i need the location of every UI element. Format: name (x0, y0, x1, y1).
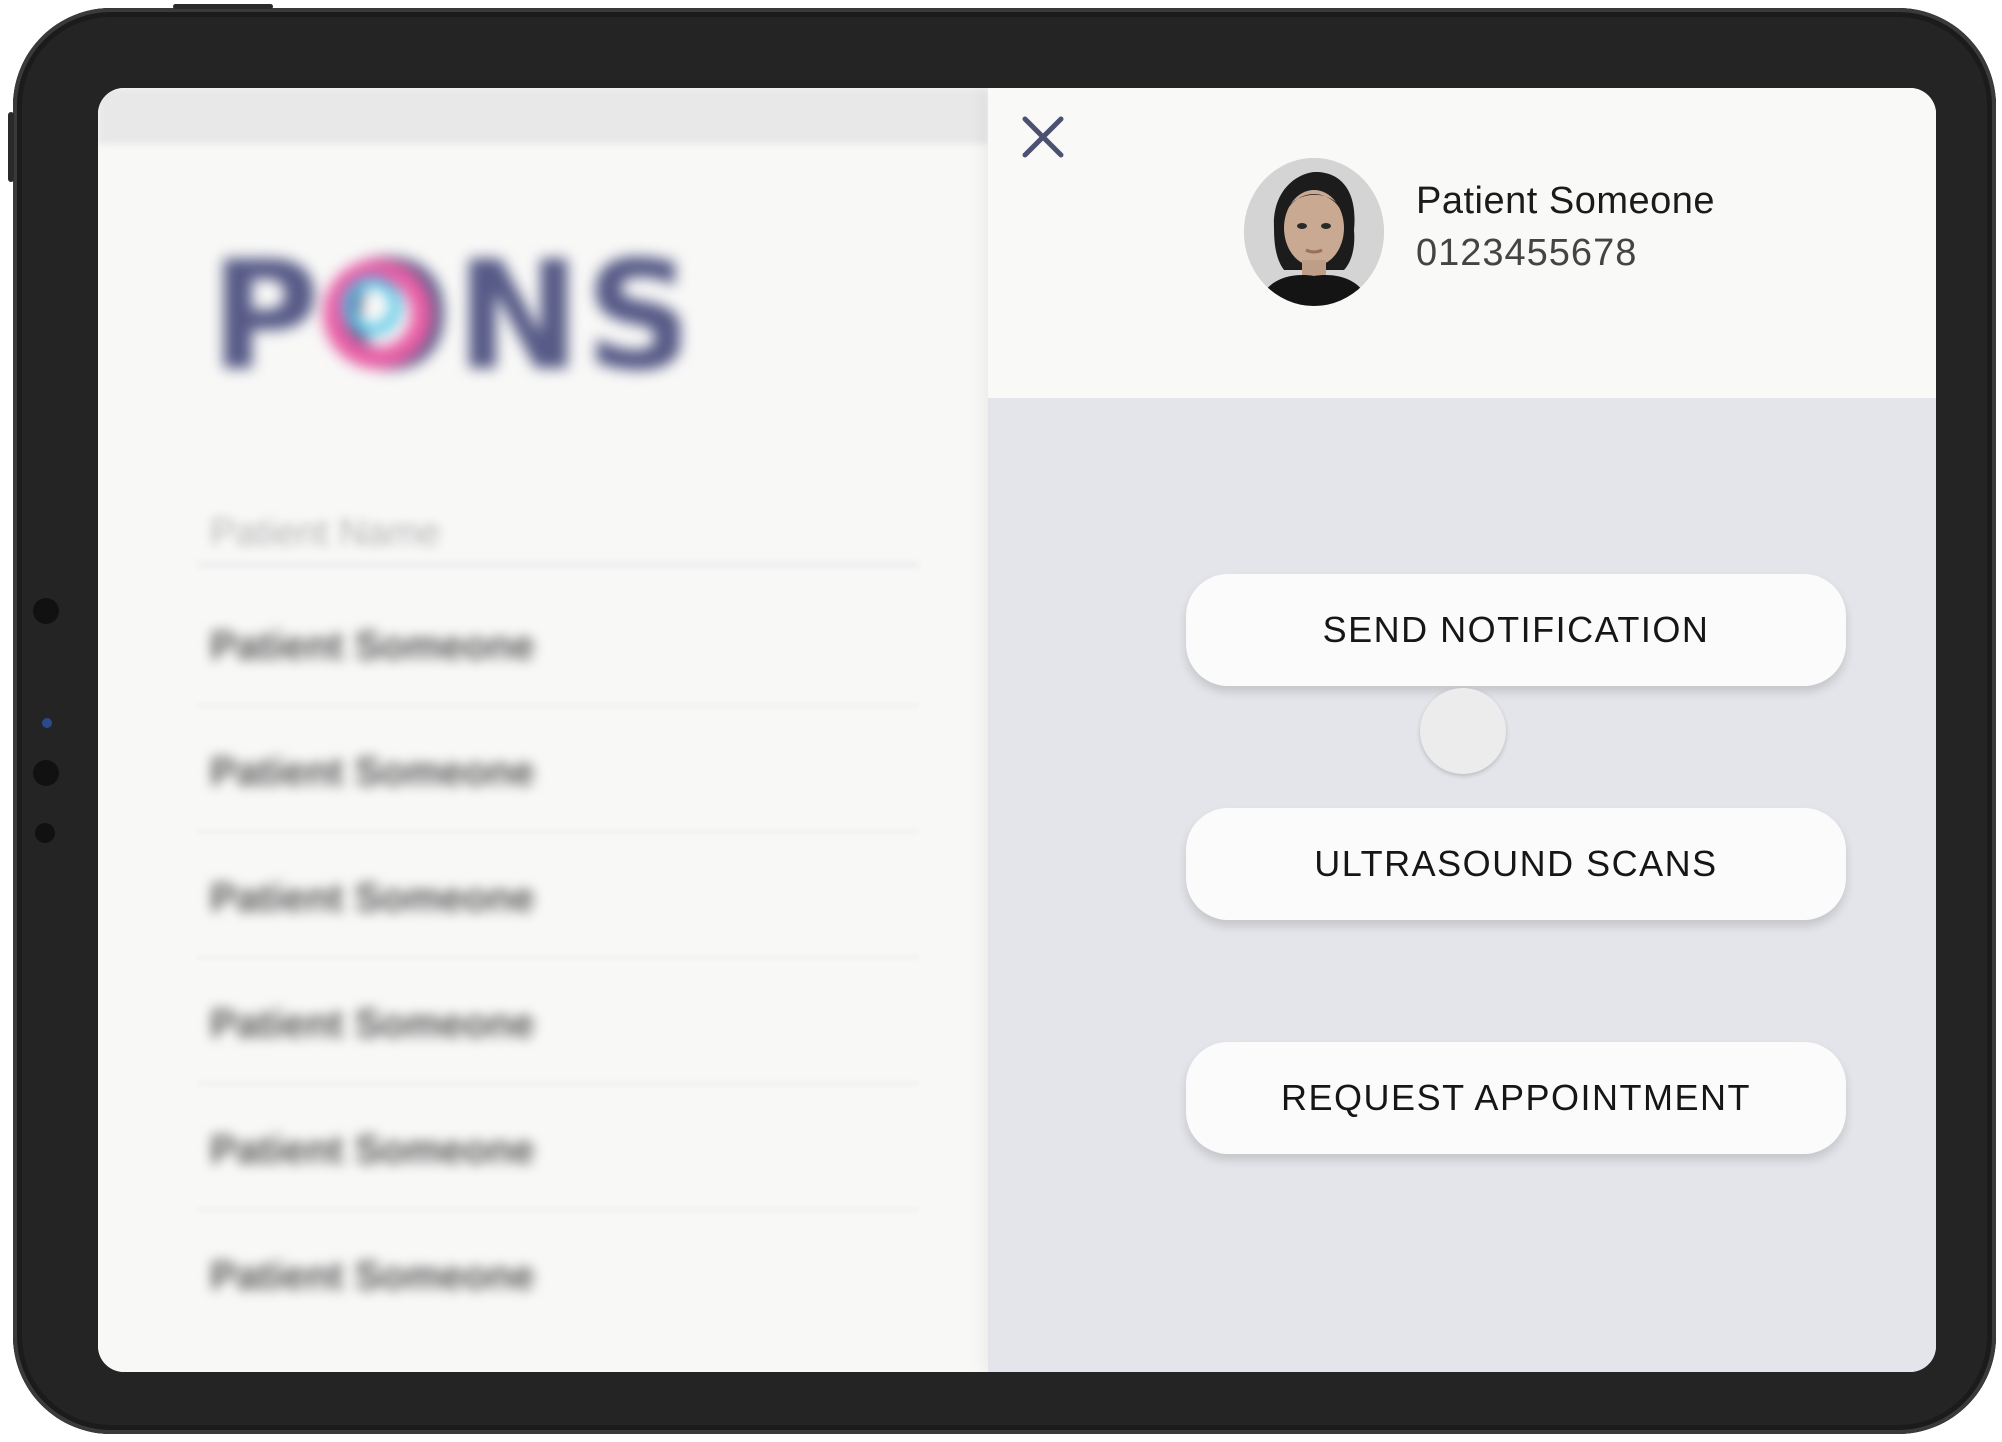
person-portrait-icon (1244, 158, 1384, 306)
list-divider (198, 562, 918, 567)
close-icon (1022, 116, 1064, 158)
list-separator (198, 1082, 918, 1085)
brand-logo: PONS (210, 246, 680, 386)
svg-text:PONS: PONS (210, 246, 680, 386)
tablet-device-frame: PONS Patient Name Patient Someone Patien… (8, 4, 1996, 1434)
request-appointment-button[interactable]: REQUEST APPOINTMENT (1186, 1042, 1846, 1154)
send-notification-button[interactable]: SEND NOTIFICATION (1186, 574, 1846, 686)
device-camera (33, 598, 59, 624)
list-separator (198, 1208, 918, 1211)
device-side-button (8, 112, 14, 182)
list-separator (198, 956, 918, 959)
patient-name: Patient Someone (1416, 180, 1716, 222)
patient-header: Patient Someone 0123455678 (988, 88, 1936, 398)
list-column-heading: Patient Name (210, 512, 441, 554)
list-item[interactable]: Patient Someone (210, 1128, 535, 1173)
list-item[interactable]: Patient Someone (210, 750, 535, 795)
close-button[interactable] (1018, 112, 1068, 162)
patient-list-panel: PONS Patient Name Patient Someone Patien… (98, 88, 988, 1372)
list-item[interactable]: Patient Someone (210, 624, 535, 669)
device-sensor (35, 823, 55, 843)
ultrasound-scans-button[interactable]: ULTRASOUND SCANS (1186, 808, 1846, 920)
list-separator (198, 704, 918, 707)
list-item[interactable]: Patient Someone (210, 1254, 535, 1299)
list-top-bar (98, 88, 988, 144)
list-item[interactable]: Patient Someone (210, 1002, 535, 1047)
device-camera-lens (42, 718, 52, 728)
device-sensor (33, 760, 59, 786)
patient-avatar (1244, 158, 1384, 306)
patient-detail-panel: Patient Someone 0123455678 SEND NOTIFICA… (988, 88, 1936, 1372)
patient-phone: 0123455678 (1416, 232, 1638, 274)
list-item[interactable]: Patient Someone (210, 876, 535, 921)
app-screen: PONS Patient Name Patient Someone Patien… (98, 88, 1936, 1372)
list-separator (198, 830, 918, 833)
touch-indicator (1420, 688, 1506, 774)
device-top-button (173, 4, 273, 9)
